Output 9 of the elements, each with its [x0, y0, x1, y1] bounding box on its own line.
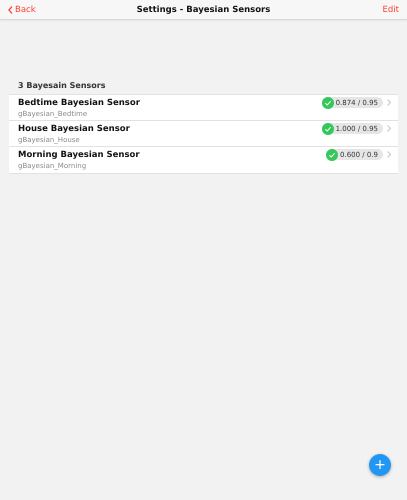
chevron-left-icon — [8, 6, 13, 14]
section-title: 3 Bayesain Sensors — [17, 81, 106, 92]
chevron-right-icon — [387, 125, 391, 132]
chevron-right-icon — [387, 99, 391, 106]
sensor-name: House Bayesian Sensor — [18, 123, 130, 135]
chevron-right-icon — [387, 151, 391, 158]
page-title: Settings - Bayesian Sensors — [136, 4, 270, 14]
sensor-name: Morning Bayesian Sensor — [18, 149, 140, 161]
sensor-name: Bedtime Bayesian Sensor — [18, 97, 140, 109]
